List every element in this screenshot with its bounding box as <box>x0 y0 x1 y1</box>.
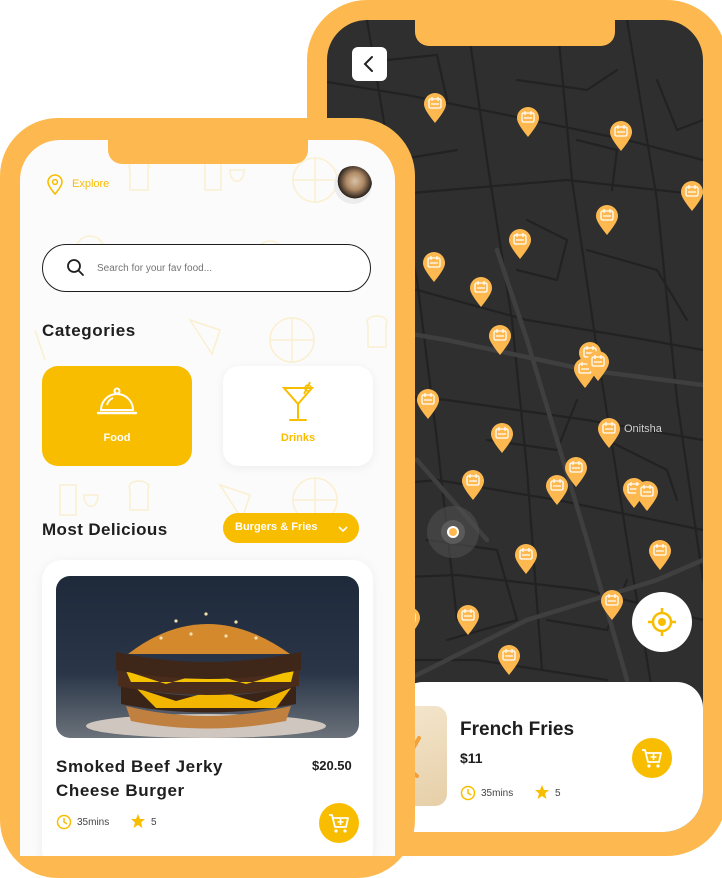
restaurant-map-pin[interactable] <box>648 539 672 576</box>
featured-name-line1: Smoked Beef Jerky <box>56 757 224 776</box>
search-input[interactable] <box>95 258 349 278</box>
restaurant-map-pin[interactable] <box>586 350 610 387</box>
restaurant-map-pin[interactable] <box>600 589 624 626</box>
featured-name-line2: Cheese Burger <box>56 781 185 800</box>
chevron-left-icon <box>363 56 373 72</box>
map-phone-notch <box>415 20 615 46</box>
star-icon <box>131 814 145 828</box>
locate-me-button[interactable] <box>632 592 692 652</box>
home-phone-notch <box>108 140 308 164</box>
home-screen: Explore Categories Food Drinks Most Deli… <box>20 140 395 856</box>
location-pin-icon <box>47 174 63 196</box>
featured-add-to-cart-button[interactable] <box>319 803 359 843</box>
category-drinks-label: Drinks <box>280 432 316 444</box>
restaurant-map-pin[interactable] <box>461 469 485 506</box>
clock-icon <box>460 785 476 801</box>
restaurant-map-pin[interactable] <box>488 324 512 361</box>
restaurant-map-pin[interactable] <box>469 276 493 313</box>
cart-plus-icon <box>642 749 662 768</box>
cloche-icon <box>96 387 138 415</box>
restaurant-map-pin[interactable] <box>508 228 532 265</box>
restaurant-map-pin[interactable] <box>680 180 703 217</box>
category-drinks-card[interactable]: Drinks <box>223 366 373 466</box>
restaurant-map-pin[interactable] <box>423 92 447 129</box>
restaurant-map-pin[interactable] <box>595 204 619 241</box>
map-card-price: $11 <box>460 750 483 766</box>
back-button[interactable] <box>352 47 387 81</box>
map-card-add-to-cart-button[interactable] <box>632 738 672 778</box>
search-icon <box>67 259 84 276</box>
city-label: Onitsha <box>624 423 662 435</box>
map-card-time: 35mins <box>481 788 514 799</box>
restaurant-map-pin[interactable] <box>456 604 480 641</box>
restaurant-map-pin[interactable] <box>497 644 521 681</box>
category-food-label: Food <box>103 432 131 444</box>
crosshair-icon <box>648 608 676 636</box>
filter-dropdown-label: Burgers & Fries <box>235 521 318 533</box>
star-icon <box>535 785 549 799</box>
current-location-marker <box>427 506 479 558</box>
avatar[interactable] <box>334 166 372 204</box>
restaurant-map-pin[interactable] <box>609 120 633 157</box>
featured-price: $20.50 <box>312 758 352 773</box>
restaurant-map-pin[interactable] <box>597 417 621 454</box>
burger-image <box>56 576 359 738</box>
cocktail-icon <box>281 381 315 421</box>
restaurant-map-pin[interactable] <box>545 474 569 511</box>
map-food-card[interactable]: French Fries $11 35mins 5 <box>379 682 703 832</box>
map-card-title: French Fries <box>460 719 575 740</box>
chevron-down-icon <box>338 526 348 533</box>
restaurant-map-pin[interactable] <box>416 388 440 425</box>
featured-time: 35mins <box>77 817 110 828</box>
clock-icon <box>56 814 72 830</box>
map-card-rating: 5 <box>555 788 561 799</box>
categories-title: Categories <box>42 321 136 340</box>
restaurant-map-pin[interactable] <box>635 480 659 517</box>
restaurant-map-pin[interactable] <box>422 251 446 288</box>
explore-link[interactable]: Explore <box>72 178 109 190</box>
cart-plus-icon <box>329 814 349 833</box>
restaurant-map-pin[interactable] <box>490 422 514 459</box>
featured-food-card[interactable]: Smoked Beef Jerky Cheese Burger $20.50 3… <box>42 560 373 856</box>
category-food-card[interactable]: Food <box>42 366 192 466</box>
featured-rating: 5 <box>151 817 157 828</box>
filter-dropdown[interactable]: Burgers & Fries <box>223 513 359 543</box>
search-bar[interactable] <box>42 244 371 292</box>
restaurant-map-pin[interactable] <box>514 543 538 580</box>
restaurant-map-pin[interactable] <box>516 106 540 143</box>
most-delicious-title: Most Delicious <box>42 520 168 539</box>
